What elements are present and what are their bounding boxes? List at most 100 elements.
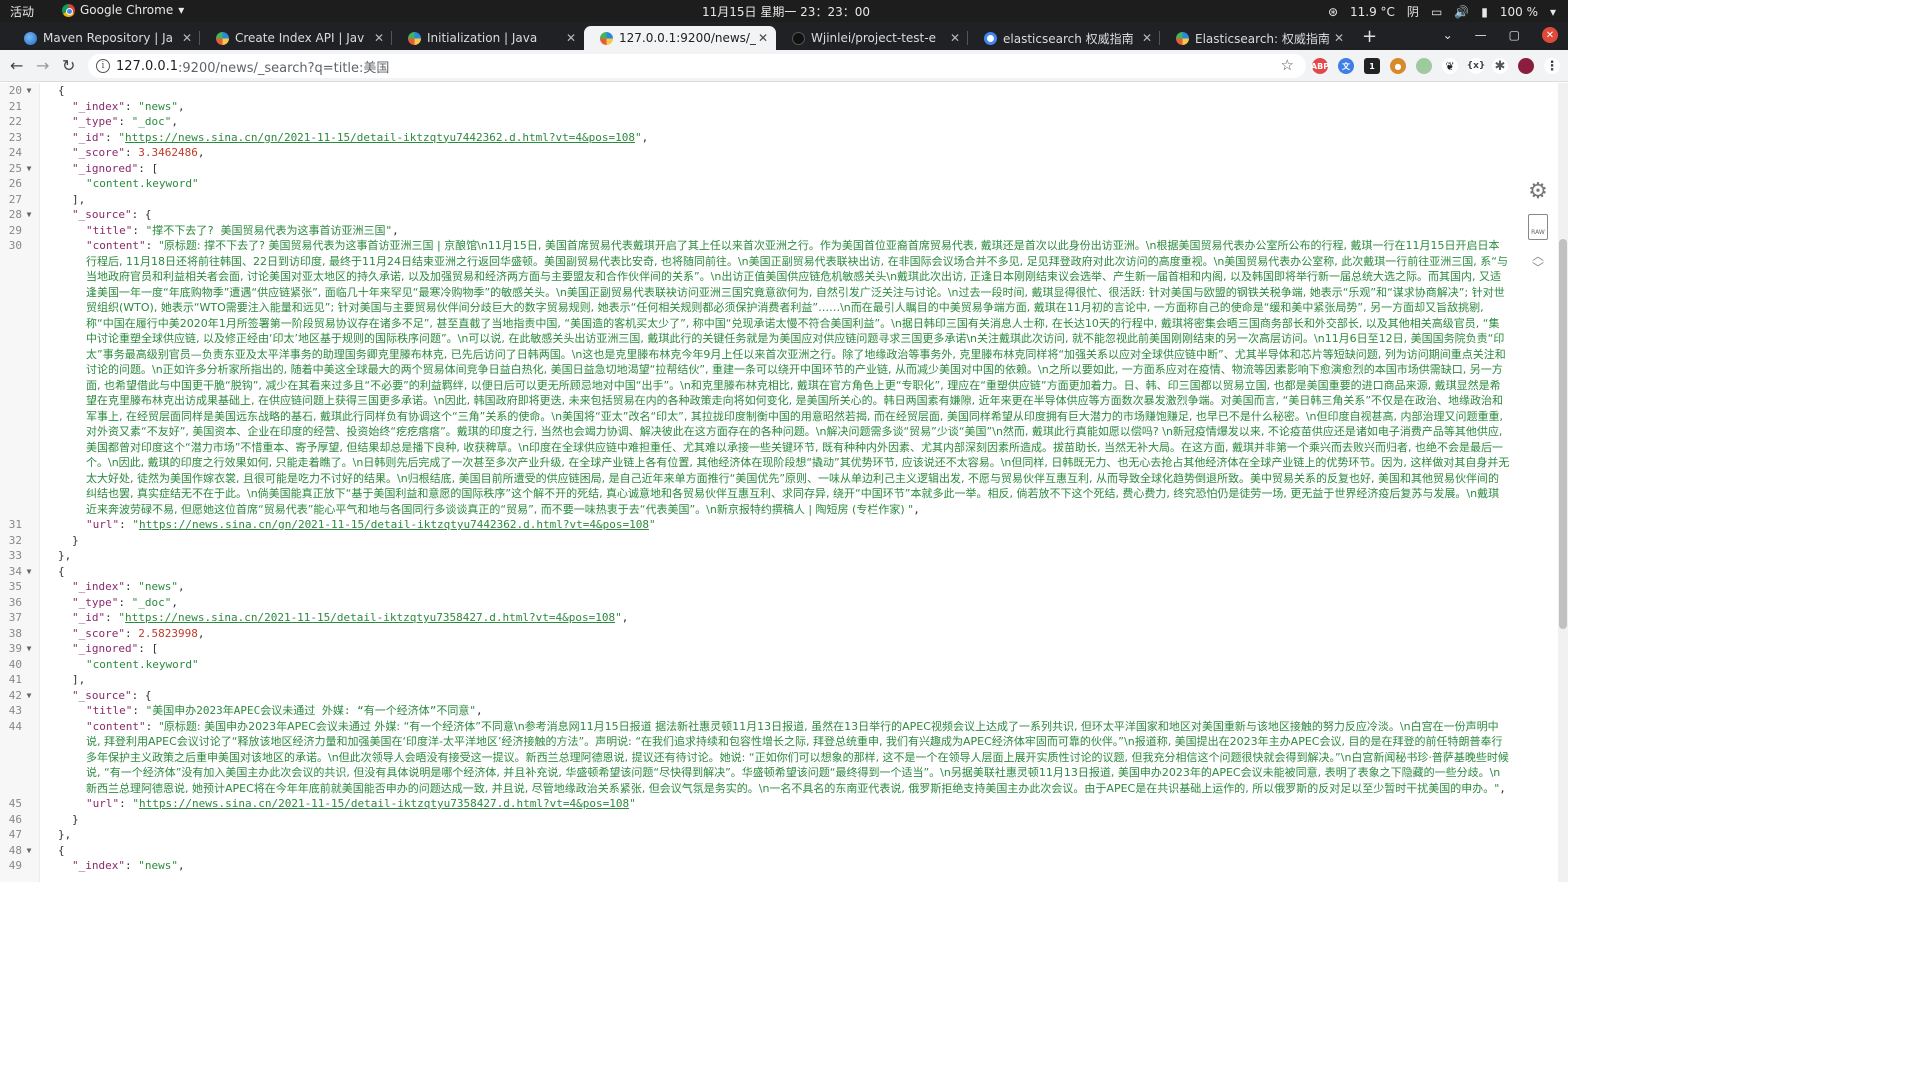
app-menu-label: Google Chrome xyxy=(80,3,174,17)
line-number: 32 xyxy=(8,533,22,547)
maven-icon xyxy=(24,31,37,45)
collapse-toggle-icon[interactable]: ︿ ﹀ xyxy=(1532,250,1544,274)
fold-toggle-icon[interactable]: ▼ xyxy=(22,83,36,99)
kebab-menu-icon[interactable]: ⋮ xyxy=(1544,58,1560,74)
raw-icon[interactable]: RAW xyxy=(1528,214,1548,240)
scrollbar-thumb[interactable] xyxy=(1559,239,1567,629)
tab-search-results[interactable]: 127.0.0.1:9200/news/_s ✕ xyxy=(584,26,776,50)
url-link[interactable]: https://news.sina.cn/2021-11-15/detail-i… xyxy=(139,797,629,810)
json-icon xyxy=(408,31,421,45)
line-number: 28 xyxy=(8,208,22,221)
tab-search-icon[interactable]: ⌄ xyxy=(1443,28,1453,42)
code-line: 37 "_id": "https://news.sina.cn/2021-11-1… xyxy=(0,610,1510,626)
maximize-icon[interactable]: ▢ xyxy=(1509,28,1520,42)
fold-toggle-icon[interactable]: ▼ xyxy=(22,843,36,859)
json-token: 2.5823998 xyxy=(138,626,198,640)
json-token: : xyxy=(119,797,133,810)
tab-maven[interactable]: Maven Repository | Ja ✕ xyxy=(8,26,200,50)
app-menu[interactable]: Google Chrome ▾ xyxy=(62,3,184,17)
code-line: 48 ▼ { xyxy=(0,843,1510,859)
line-number: 35 xyxy=(8,580,22,593)
steam-icon[interactable]: ⊛ xyxy=(1328,5,1338,19)
vertical-scrollbar[interactable] xyxy=(1558,83,1568,882)
url-link[interactable]: https://news.sina.cn/gn/2021-11-15/detai… xyxy=(125,131,635,144)
fold-toggle-icon[interactable]: ▼ xyxy=(22,161,36,177)
fold-toggle-icon[interactable]: ▼ xyxy=(22,688,36,704)
address-bar[interactable]: i 127.0.0.1 :9200/news/_search?q=title:美… xyxy=(88,54,1306,78)
cookie-icon[interactable]: ● xyxy=(1390,58,1406,74)
tab-title: Create Index API | Jav xyxy=(235,31,365,45)
close-icon[interactable]: ✕ xyxy=(1140,31,1154,45)
fold-toggle-icon[interactable]: ▼ xyxy=(22,564,36,580)
close-icon[interactable]: ✕ xyxy=(1332,31,1346,45)
close-icon[interactable]: ✕ xyxy=(372,31,386,45)
volume-icon[interactable]: 🔊 xyxy=(1454,5,1469,19)
fold-toggle-icon[interactable]: ▼ xyxy=(22,207,36,223)
minimize-icon[interactable]: — xyxy=(1475,28,1487,42)
json-token: "url" xyxy=(86,797,120,810)
line-number: 39 xyxy=(8,642,22,655)
tab-elasticsearch-guide[interactable]: elasticsearch 权威指南 ✕ xyxy=(968,26,1160,50)
leaf-extension-icon[interactable]: ❦ xyxy=(1442,58,1458,74)
adblock-icon[interactable]: ABP xyxy=(1311,58,1329,74)
weather-label[interactable]: 阴 xyxy=(1407,3,1419,20)
translate-icon[interactable]: 文 xyxy=(1338,58,1354,74)
puzzle-icon[interactable]: ✱ xyxy=(1492,58,1508,74)
close-icon[interactable]: ✕ xyxy=(564,31,578,45)
bookmark-star-icon[interactable]: ☆ xyxy=(1281,56,1294,74)
gear-icon[interactable]: ⚙ xyxy=(1528,179,1548,204)
close-icon[interactable]: ✕ xyxy=(948,31,962,45)
json-token: "_score" xyxy=(72,626,125,640)
extension-badge-icon[interactable]: 1 xyxy=(1364,58,1380,74)
screen-icon[interactable]: ▭ xyxy=(1431,5,1442,19)
json-token: "title" xyxy=(86,223,133,237)
tab-elasticsearch-guide-2[interactable]: Elasticsearch: 权威指南 ✕ xyxy=(1160,26,1352,50)
json-token: " xyxy=(118,130,125,144)
tab-initialization[interactable]: Initialization | Java ✕ xyxy=(392,26,584,50)
line-number: 27 xyxy=(8,192,22,206)
code-line: 29 "title": "撑不下去了? 美国贸易代表为这事首访亚洲三国", xyxy=(0,223,1510,239)
json-token: "_id" xyxy=(72,130,106,144)
close-icon[interactable]: ✕ xyxy=(756,31,770,45)
url-link[interactable]: https://news.sina.cn/gn/2021-11-15/detai… xyxy=(139,518,649,531)
json-token: : xyxy=(118,115,132,128)
line-number: 29 xyxy=(8,223,22,237)
battery-level[interactable]: 100 % xyxy=(1500,5,1538,19)
json-formatter-icon[interactable]: {x} xyxy=(1467,58,1485,74)
new-tab-button[interactable]: + xyxy=(1362,26,1377,47)
line-number: 20 xyxy=(8,84,22,97)
weather-temp[interactable]: 11.9 °C xyxy=(1350,5,1395,19)
info-icon[interactable]: i xyxy=(96,59,110,73)
circle-extension-icon[interactable] xyxy=(1416,58,1432,74)
close-window-icon[interactable]: ✕ xyxy=(1542,27,1558,43)
activities-button[interactable]: 活动 xyxy=(10,3,34,20)
tab-create-index[interactable]: Create Index API | Jav ✕ xyxy=(200,26,392,50)
system-tray[interactable]: ⊛ 11.9 °C 阴 ▭ 🔊 ▮ 100 % ▾ xyxy=(1328,3,1556,20)
json-icon xyxy=(1176,31,1189,45)
tab-github[interactable]: Wjinlei/project-test-e ✕ xyxy=(776,26,968,50)
battery-icon[interactable]: ▮ xyxy=(1481,5,1488,19)
back-icon[interactable]: ← xyxy=(10,56,23,75)
json-token: : xyxy=(118,595,132,609)
chevron-down-icon[interactable]: ▾ xyxy=(1550,5,1556,19)
json-token: : xyxy=(124,99,139,113)
clock[interactable]: 11月15日 星期一 23：23：00 xyxy=(702,3,870,20)
avatar[interactable] xyxy=(1518,58,1534,74)
fold-toggle-icon[interactable]: ▼ xyxy=(22,641,36,657)
github-icon xyxy=(792,31,805,45)
line-number: 31 xyxy=(8,518,22,531)
reload-icon[interactable]: ↻ xyxy=(62,56,75,75)
line-content: "title": "撑不下去了? 美国贸易代表为这事首访亚洲三国", xyxy=(36,223,1510,239)
chevron-down-icon: ▾ xyxy=(178,3,185,17)
json-token: , xyxy=(621,611,629,624)
close-icon[interactable]: ✕ xyxy=(180,31,194,45)
line-content: { xyxy=(36,564,1510,580)
forward-icon[interactable]: → xyxy=(36,56,49,75)
json-token: "news" xyxy=(138,99,178,113)
url-link[interactable]: https://news.sina.cn/2021-11-15/detail-i… xyxy=(125,611,615,624)
json-token: 3.3462486 xyxy=(138,146,198,159)
line-content: { xyxy=(36,83,1510,99)
json-token: "_index" xyxy=(72,580,125,593)
